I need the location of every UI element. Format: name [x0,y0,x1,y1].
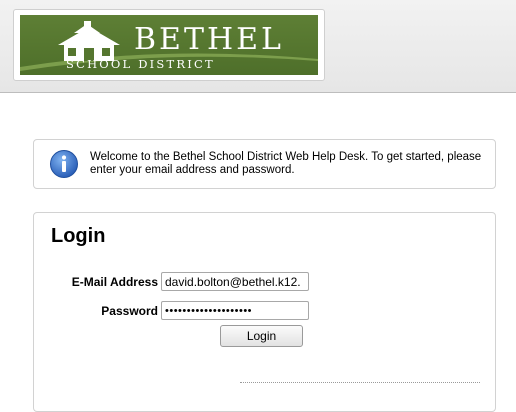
logo-subtitle: SCHOOL DISTRICT [66,57,215,71]
email-field[interactable] [161,272,309,291]
login-heading: Login [51,225,106,247]
header-bar: BETHEL SCHOOL DISTRICT [0,0,516,93]
divider [240,382,480,383]
password-field[interactable] [161,301,309,320]
district-logo[interactable]: BETHEL SCHOOL DISTRICT [20,15,318,75]
welcome-panel: Welcome to the Bethel School District We… [33,139,496,189]
login-button[interactable]: Login [220,325,303,347]
info-icon [50,150,78,178]
login-panel: Login E-Mail Address Password Login [33,212,496,412]
logo-frame[interactable]: BETHEL SCHOOL DISTRICT [13,9,325,81]
welcome-message: Welcome to the Bethel School District We… [90,151,482,176]
password-label: Password [101,304,158,318]
email-label: E-Mail Address [71,275,158,289]
logo-title: BETHEL [134,22,284,57]
